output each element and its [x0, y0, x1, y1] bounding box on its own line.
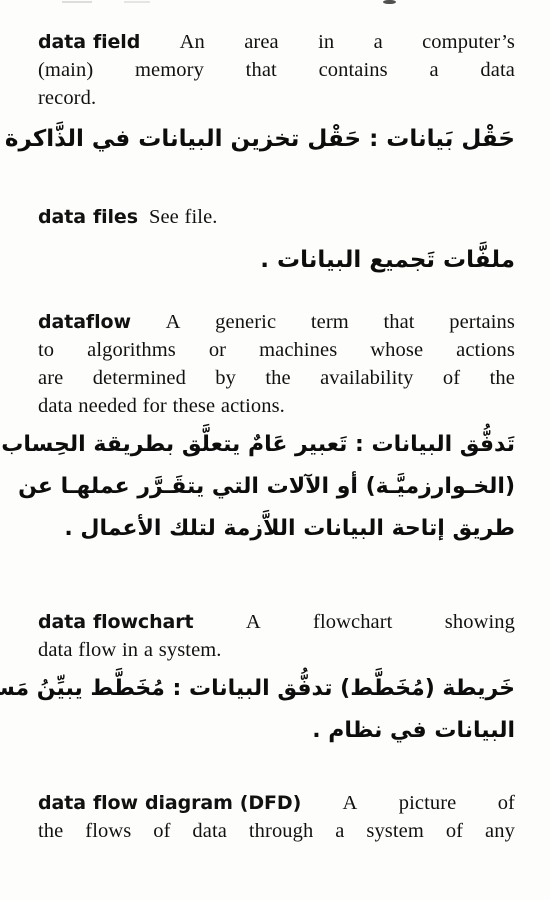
definition-word: the	[38, 820, 64, 842]
definition-word: any	[485, 820, 515, 842]
definition-word: of	[153, 820, 171, 842]
entry-definition-english: data flow diagram (DFD) A picture of the…	[38, 789, 515, 845]
definition-word: availability	[320, 367, 414, 389]
entry-definition-arabic: حَقْل بَيانات : حَقْل تخزين البيانات في …	[0, 118, 515, 160]
dictionary-entry-data-field: data field An area in a computer’s (main…	[0, 28, 515, 160]
definition-word: generic	[215, 311, 277, 333]
definition-line: data needed for these actions.	[38, 395, 285, 417]
arabic-line: تَدفُّق البيانات : تَعبير عَامٌ يتعلَّق …	[1, 432, 515, 457]
definition-word: of	[445, 820, 464, 842]
definition-line: dataflow A generic term that pertains	[38, 308, 515, 336]
definition-word: area	[244, 31, 279, 53]
definition-word: picture	[398, 792, 457, 814]
definition-line: record.	[38, 87, 97, 109]
definition-word: of	[497, 792, 515, 814]
definition-line: data flow diagram (DFD) A picture of	[38, 789, 515, 817]
definition-word: in	[318, 31, 335, 53]
dictionary-entry-data-flow-diagram: data flow diagram (DFD) A picture of the…	[38, 789, 515, 845]
definition-word: memory	[135, 59, 204, 81]
definition-word: algorithms	[87, 339, 176, 361]
definition-word: data	[480, 59, 515, 81]
entry-term: data field	[38, 31, 141, 53]
definition-word: of	[442, 367, 461, 389]
definition-word: the	[265, 367, 291, 389]
definition-word: to	[38, 339, 55, 361]
definition-word: a	[429, 59, 439, 81]
definition-line: are determined by the availability of th…	[38, 364, 515, 392]
definition-word: A	[245, 611, 261, 633]
definition-word: are	[38, 367, 64, 389]
page-content-column: data field An area in a computer’s (main…	[0, 0, 515, 900]
arabic-line: ملفَّات تَجميع البيانات .	[260, 247, 515, 273]
entry-term: data flowchart	[38, 611, 194, 633]
arabic-line: حَقْل بَيانات : حَقْل تخزين البيانات في …	[0, 126, 515, 152]
definition-line: (main) memory that contains a data	[38, 56, 515, 84]
arabic-line: (الخـوارزميَّـة) أو الآلات التي يتقَـرَّ…	[18, 474, 515, 499]
entry-definition-english: data files See file.	[38, 203, 515, 231]
definition-word: pertains	[449, 311, 515, 333]
dictionary-entry-dataflow: dataflow A generic term that pertains to…	[1, 308, 515, 550]
entry-definition-english: data flowchart A flowchart showing data …	[38, 608, 515, 664]
entry-term: dataflow	[38, 311, 131, 333]
definition-line: data flow in a system.	[38, 639, 222, 661]
entry-definition-english: data field An area in a computer’s (main…	[38, 28, 515, 112]
entry-definition-arabic: خَريطة (مُخَطَّط) تدفُّق البيانات : مُخَ…	[0, 668, 515, 752]
definition-word: determined	[92, 367, 186, 389]
definition-word: whose	[370, 339, 424, 361]
definition-word: (main)	[38, 59, 94, 81]
definition-word: flowchart	[313, 611, 393, 633]
entry-term: data flow diagram (DFD)	[38, 792, 302, 814]
definition-word: a	[335, 820, 345, 842]
definition-word: flows	[85, 820, 132, 842]
definition-word: A	[342, 792, 358, 814]
arabic-line: طريق إتاحة البيانات اللاَّزمة لتلك الأعم…	[64, 516, 515, 541]
definition-word: through	[248, 820, 314, 842]
definition-line: the flows of data through a system of an…	[38, 817, 515, 845]
definition-line: data files See file.	[38, 203, 515, 231]
definition-word: contains	[318, 59, 388, 81]
definition-word: the	[489, 367, 515, 389]
definition-word: showing	[444, 611, 515, 633]
arabic-line: خَريطة (مُخَطَّط) تدفُّق البيانات : مُخَ…	[0, 676, 515, 701]
dictionary-entry-data-flowchart: data flowchart A flowchart showing data …	[0, 608, 515, 752]
entry-definition-english: dataflow A generic term that pertains to…	[38, 308, 515, 420]
definition-word: that	[383, 311, 415, 333]
dictionary-entry-data-files: data files See file. ملفَّات تَجميع البيا…	[38, 203, 515, 281]
definition-line: data field An area in a computer’s	[38, 28, 515, 56]
arabic-line: البيانات في نظام .	[312, 718, 515, 743]
definition-word: that	[245, 59, 277, 81]
definition-word: term	[310, 311, 349, 333]
definition-line: to algorithms or machines whose actions	[38, 336, 515, 364]
definition-line: data flowchart A flowchart showing	[38, 608, 515, 636]
definition-word: a	[373, 31, 383, 53]
entry-definition-arabic: ملفَّات تَجميع البيانات .	[38, 239, 515, 281]
definition-word: actions	[456, 339, 515, 361]
definition-word: data	[192, 820, 227, 842]
entry-definition-arabic: تَدفُّق البيانات : تَعبير عَامٌ يتعلَّق …	[1, 424, 515, 550]
definition-word: An	[179, 31, 205, 53]
definition-word: by	[215, 367, 236, 389]
definition-word: computer’s	[422, 31, 515, 53]
definition-word: A	[165, 311, 181, 333]
definition-word: See file.	[148, 206, 218, 228]
definition-word: machines	[259, 339, 338, 361]
entry-term: data files	[38, 206, 138, 228]
dictionary-page: data field An area in a computer’s (main…	[0, 0, 550, 900]
definition-word: system	[366, 820, 424, 842]
definition-word: or	[208, 339, 227, 361]
